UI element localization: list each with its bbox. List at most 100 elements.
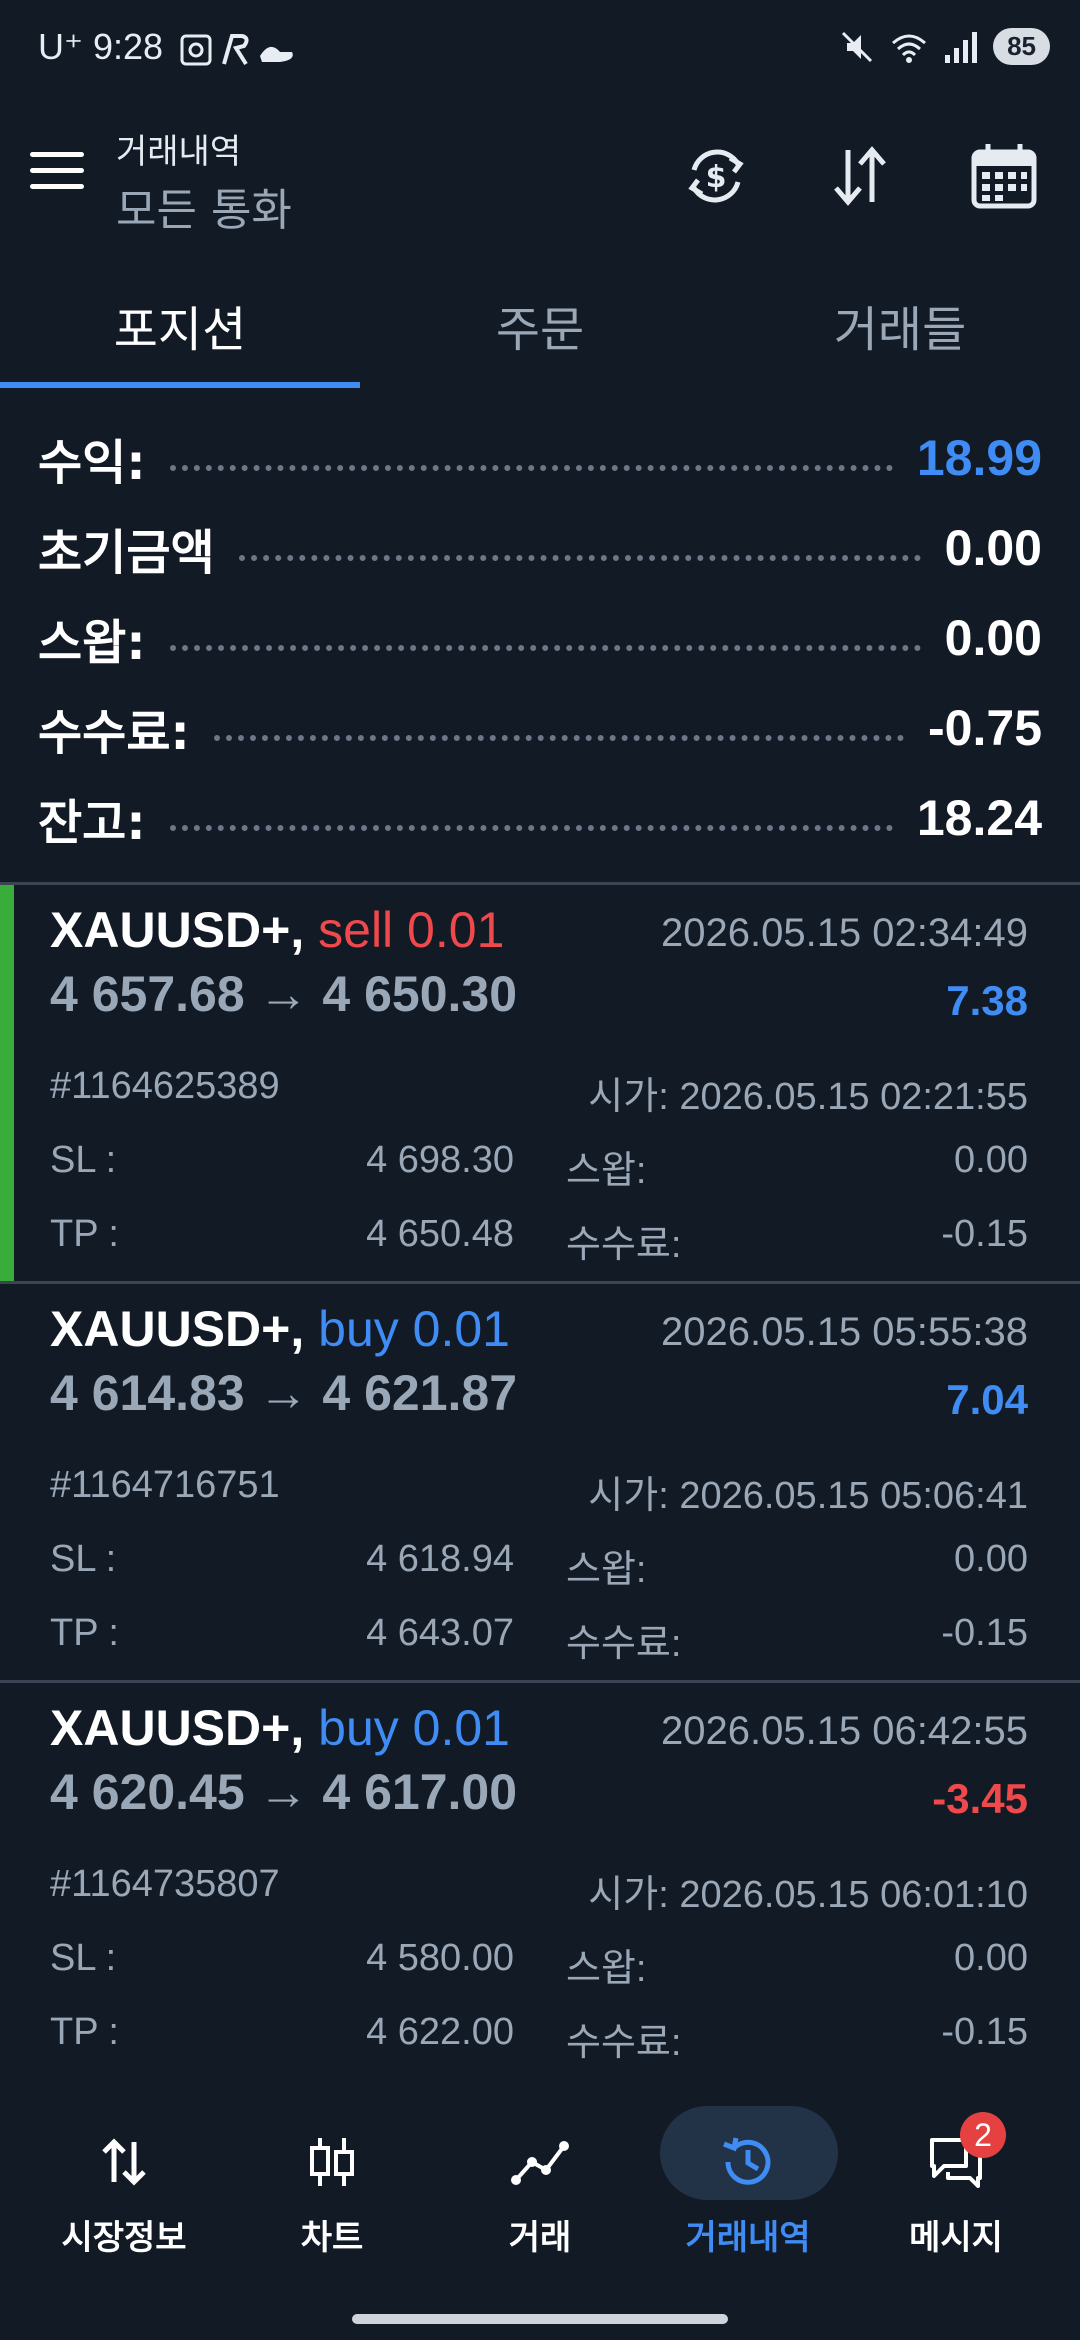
summary-balance-row: 잔고: 18.24 [38, 778, 1042, 858]
position-side: sell 0.01 [318, 902, 505, 958]
dotted-leader [213, 735, 905, 741]
trade-line-icon [511, 2141, 569, 2185]
price-range: 4 657.68 → 4 650.30 [50, 966, 518, 1022]
nav-chart[interactable]: 차트 [224, 2118, 440, 2258]
position-profit: 7.38 [946, 977, 1028, 1024]
home-indicator[interactable] [352, 2314, 728, 2324]
calendar-icon[interactable] [968, 140, 1040, 212]
sl-value: 4 698.30 [366, 1139, 514, 1181]
sort-icon[interactable] [824, 140, 896, 212]
nav-history[interactable]: 거래내역 [640, 2118, 856, 2258]
summary-value: 0.00 [944, 610, 1042, 666]
nav-label: 거래 [508, 2218, 572, 2258]
fee-value: -0.15 [941, 1612, 1028, 1654]
position-symbol: XAUUSD+, buy 0.01 [50, 1301, 510, 1357]
open-time: 시가: 2026.05.15 02:21:55 [588, 1076, 1028, 1118]
mute-icon [842, 31, 873, 62]
dotted-leader [169, 645, 921, 651]
nav-label: 메시지 [909, 2218, 1003, 2258]
fee-value: -0.15 [941, 2011, 1028, 2053]
ticket-number: #1164716751 [50, 1464, 280, 1506]
messages-badge: 2 [960, 2112, 1006, 2158]
fee-label: 수수료: [566, 1224, 682, 1266]
sl-value: 4 580.00 [366, 1937, 514, 1979]
status-notification-icons [180, 30, 300, 79]
swap-label: 스왑: [566, 1549, 647, 1591]
swap-value: 0.00 [954, 1139, 1028, 1181]
menu-icon[interactable] [30, 152, 84, 192]
summary-initial-row: 초기금액 0.00 [38, 508, 1042, 588]
open-time: 시가: 2026.05.15 05:06:41 [588, 1475, 1028, 1517]
status-right-icons: 85 [839, 28, 1050, 65]
svg-text:$: $ [706, 160, 727, 195]
position-profit: -3.45 [932, 1775, 1028, 1822]
dotted-leader [169, 825, 893, 831]
nav-label: 거래내역 [685, 2218, 811, 2258]
history-clock-icon [723, 2137, 771, 2185]
sl-label: SL : [50, 1937, 117, 1979]
position-card[interactable]: XAUUSD+, sell 0.01 2026.05.15 02:34:49 4… [0, 885, 1080, 1281]
summary-value: 18.24 [916, 790, 1042, 846]
position-symbol: XAUUSD+, sell 0.01 [50, 902, 505, 958]
position-card[interactable]: XAUUSD+, buy 0.01 2026.05.15 06:42:55 4 … [0, 1683, 1080, 2079]
nav-label: 시장정보 [61, 2218, 187, 2258]
nav-quotes[interactable]: 시장정보 [16, 2118, 232, 2258]
fee-value: -0.15 [941, 1213, 1028, 1255]
summary-label: 수수료: [38, 705, 190, 761]
swap-label: 스왑: [566, 1948, 647, 1990]
sl-label: SL : [50, 1538, 117, 1580]
close-time: 2026.05.15 06:42:55 [660, 1709, 1028, 1753]
sl-label: SL : [50, 1139, 117, 1181]
currency-filter[interactable]: 모든 통화 [116, 174, 292, 238]
close-time: 2026.05.15 05:55:38 [660, 1310, 1028, 1354]
summary-value: 18.99 [916, 430, 1042, 486]
position-profit: 7.04 [946, 1376, 1028, 1423]
swap-label: 스왑: [566, 1150, 647, 1192]
price-range: 4 614.83 → 4 621.87 [50, 1365, 518, 1421]
dotted-leader [238, 555, 921, 561]
wifi-icon [892, 34, 927, 63]
nav-trade[interactable]: 거래 [432, 2118, 648, 2258]
battery-level: 85 [993, 28, 1050, 65]
status-bar: U⁺ 9:28 85 [0, 0, 1080, 100]
swap-value: 0.00 [954, 1937, 1028, 1979]
status-time: U⁺ 9:28 [38, 26, 164, 67]
summary-label: 초기금액 [38, 525, 215, 581]
nav-messages[interactable]: 메시지 [848, 2118, 1064, 2258]
tp-value: 4 622.00 [366, 2011, 514, 2053]
summary-profit-row: 수익: 18.99 [38, 418, 1042, 498]
summary-label: 잔고: [38, 795, 146, 851]
signal-icon [945, 31, 978, 63]
fee-label: 수수료: [566, 2022, 682, 2064]
swap-value: 0.00 [954, 1538, 1028, 1580]
summary-value: 0.00 [944, 520, 1042, 576]
currency-exchange-icon[interactable]: $ [680, 140, 752, 212]
summary-fee-row: 수수료: -0.75 [38, 688, 1042, 768]
tab-deals[interactable]: 거래들 [720, 290, 1080, 360]
selected-bar [0, 885, 14, 1281]
open-time: 시가: 2026.05.15 06:01:10 [588, 1874, 1028, 1916]
position-side: buy 0.01 [318, 1301, 510, 1357]
summary-value: -0.75 [928, 700, 1042, 756]
ticket-number: #1164625389 [50, 1065, 280, 1107]
close-time: 2026.05.15 02:34:49 [660, 911, 1028, 955]
tab-positions[interactable]: 포지션 [0, 290, 360, 360]
sl-value: 4 618.94 [366, 1538, 514, 1580]
ticket-number: #1164735807 [50, 1863, 280, 1905]
tp-label: TP : [50, 1213, 119, 1255]
price-range: 4 620.45 → 4 617.00 [50, 1764, 518, 1820]
summary-label: 스왑: [38, 615, 146, 671]
fee-label: 수수료: [566, 1623, 682, 1665]
nav-label: 차트 [300, 2218, 364, 2258]
tp-label: TP : [50, 1612, 119, 1654]
page-title: 거래내역 [116, 132, 242, 172]
quotes-arrows-icon [102, 2138, 146, 2186]
tp-value: 4 650.48 [366, 1213, 514, 1255]
tp-label: TP : [50, 2011, 119, 2053]
dotted-leader [169, 465, 893, 471]
candlestick-icon [310, 2138, 354, 2186]
tab-orders[interactable]: 주문 [360, 290, 720, 360]
position-symbol: XAUUSD+, buy 0.01 [50, 1700, 510, 1756]
summary-swap-row: 스왑: 0.00 [38, 598, 1042, 678]
position-card[interactable]: XAUUSD+, buy 0.01 2026.05.15 05:55:38 4 … [0, 1284, 1080, 1680]
